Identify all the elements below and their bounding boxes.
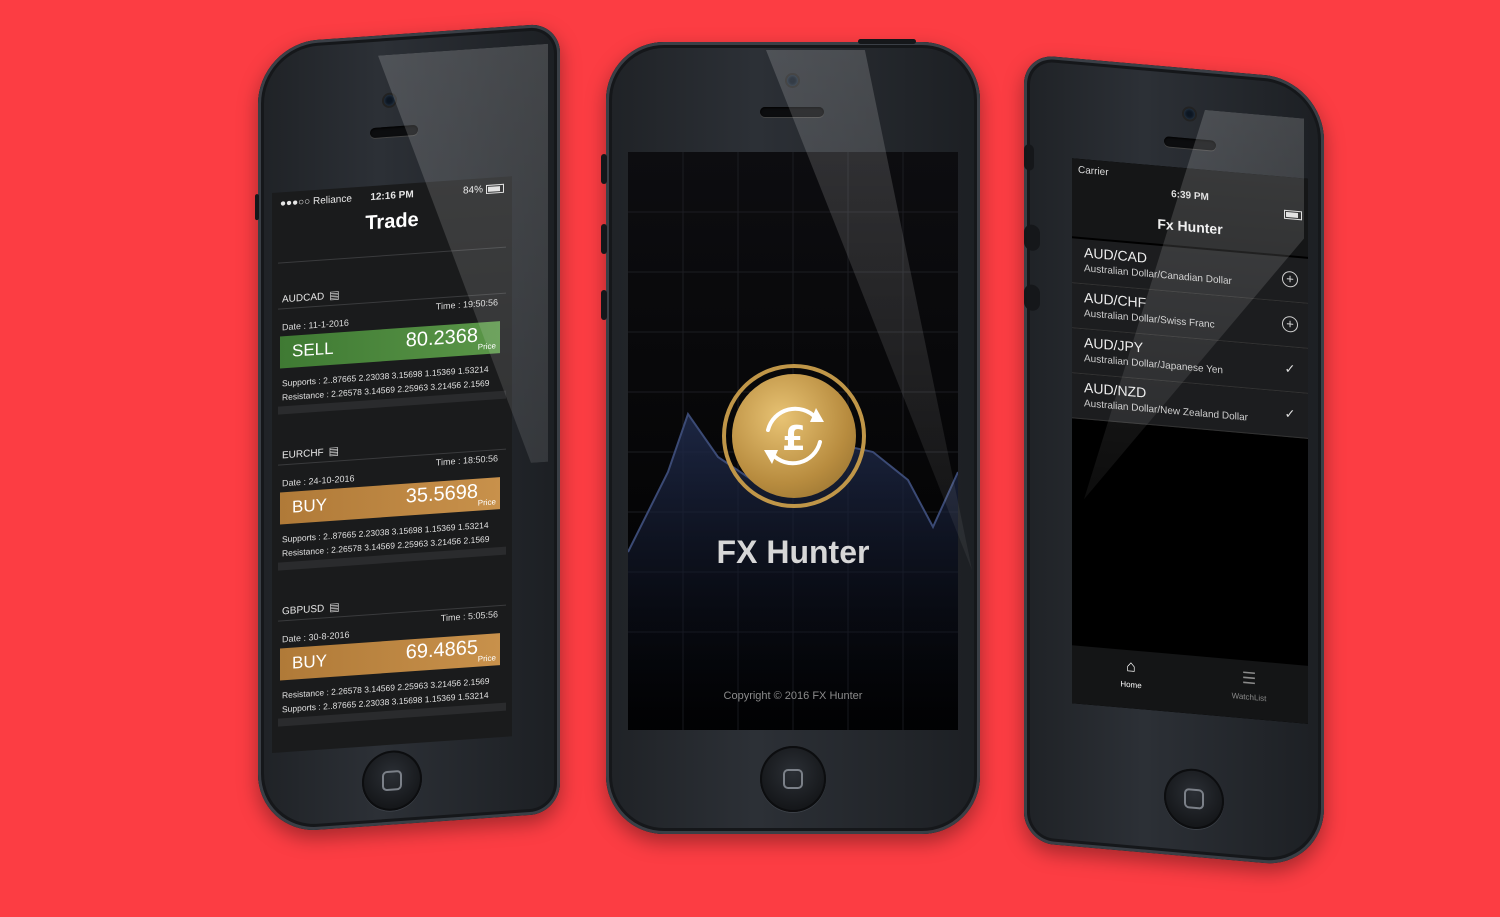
tab-label: WatchList xyxy=(1231,691,1267,704)
mute-switch xyxy=(601,154,607,184)
row-label: Supports xyxy=(282,531,317,545)
add-icon[interactable]: + xyxy=(1282,315,1298,333)
pair-code: AUD/CAD xyxy=(1084,244,1148,266)
home-square-icon xyxy=(382,769,402,792)
trade-card[interactable]: EURCHF ▤ Time : 18:50:56 Date : 24-10-201… xyxy=(278,433,506,599)
front-camera xyxy=(787,75,798,86)
price-label: Price xyxy=(477,497,496,508)
splash-screen: £ FX Hunter Copyright © 2016 FX Hunter xyxy=(628,152,958,730)
pair-label: AUDCAD ▤ xyxy=(282,288,340,305)
app-name: FX Hunter xyxy=(716,534,870,570)
trade-screen: ●●●○○ Reliance 12:16 PM 84% Trade AUDCAD… xyxy=(272,176,512,754)
row-label: Resistance xyxy=(282,545,325,559)
home-button[interactable] xyxy=(1164,766,1224,832)
stage: ●●●○○ Reliance 12:16 PM 84% Trade AUDCAD… xyxy=(0,0,1500,917)
trade-card[interactable]: AUDCAD ▤ Time : 19:50:56 Date : 11-1-2016… xyxy=(278,277,506,443)
signal-price: 35.5698 xyxy=(405,480,478,508)
pair-code: AUD/CHF xyxy=(1084,289,1147,311)
mute-switch xyxy=(1024,144,1034,171)
row-label: Supports xyxy=(282,701,317,715)
signal-action: BUY xyxy=(292,495,327,517)
pair-label: EURCHF ▤ xyxy=(282,444,339,461)
trade-date: Date : 11-1-2016 xyxy=(282,317,349,333)
trade-card[interactable]: GBPUSD ▤ Time : 5:05:56 Date : 30-8-2016 … xyxy=(278,589,506,753)
currency-exchange-icon: £ xyxy=(764,406,824,466)
checkmark-icon[interactable]: ✓ xyxy=(1282,406,1298,423)
tab-home[interactable]: ⌂ Home xyxy=(1072,653,1190,694)
row-label: Supports xyxy=(282,375,317,389)
home-button[interactable] xyxy=(760,746,826,812)
front-camera xyxy=(384,94,395,107)
volume-down-button xyxy=(1024,284,1040,312)
trade-date: Date : 24-10-2016 xyxy=(282,473,355,489)
trade-date: Date : 30-8-2016 xyxy=(282,629,350,645)
add-icon[interactable]: + xyxy=(1282,270,1298,288)
trade-time: Time : 18:50:56 xyxy=(435,453,498,468)
battery-icon xyxy=(1281,208,1302,221)
signal-action: BUY xyxy=(292,651,327,673)
signal-price: 69.4865 xyxy=(405,636,478,664)
home-icon: ⌂ xyxy=(1126,657,1136,676)
tab-label: Home xyxy=(1120,679,1142,691)
battery-percent: 84% xyxy=(462,184,483,197)
earpiece-speaker xyxy=(1164,136,1216,151)
front-camera xyxy=(1184,107,1195,120)
chart-icon: ▤ xyxy=(328,445,340,459)
row-label: Resistance xyxy=(282,389,325,403)
pair-name: Australian Dollar/Canadian Dollar xyxy=(1084,263,1232,288)
phone-right: Carrier 6:39 PM Fx Hunter AUD/CAD Austra… xyxy=(1024,54,1324,869)
pair-code: AUD/NZD xyxy=(1084,379,1147,401)
pair-label: GBPUSD ▤ xyxy=(282,600,340,617)
pair-name: Australian Dollar/New Zealand Dollar xyxy=(1084,398,1248,424)
pair-code: AUD/JPY xyxy=(1084,334,1144,356)
svg-text:£: £ xyxy=(782,419,806,459)
checkmark-icon[interactable]: ✓ xyxy=(1282,361,1298,378)
currency-list: AUD/CAD Australian Dollar/Canadian Dolla… xyxy=(1072,238,1308,439)
trade-time: Time : 19:50:56 xyxy=(435,297,498,312)
price-label: Price xyxy=(477,653,496,664)
row-label: Resistance xyxy=(282,687,325,701)
watchlist-screen: Carrier 6:39 PM Fx Hunter AUD/CAD Austra… xyxy=(1072,158,1308,724)
home-button[interactable] xyxy=(362,748,422,813)
battery-indicator: 84% xyxy=(463,183,504,197)
pair-code: EURCHF xyxy=(282,447,324,462)
power-button xyxy=(858,39,916,44)
pair-name: Australian Dollar/Japanese Yen xyxy=(1084,353,1223,377)
battery-icon xyxy=(486,183,504,194)
list-icon: ☰ xyxy=(1241,670,1257,689)
home-square-icon xyxy=(1184,787,1204,810)
tab-bar: ⌂ Home ☰ WatchList xyxy=(1072,645,1308,724)
tab-watchlist[interactable]: ☰ WatchList xyxy=(1190,664,1308,707)
chart-icon: ▤ xyxy=(329,601,340,615)
pair-name: Australian Dollar/Swiss Franc xyxy=(1084,308,1215,331)
home-square-icon xyxy=(783,769,803,789)
volume-up-button xyxy=(601,224,607,254)
signal-price: 80.2368 xyxy=(405,324,478,352)
price-label: Price xyxy=(477,341,496,352)
trade-time: Time : 5:05:56 xyxy=(440,609,498,624)
earpiece-speaker xyxy=(370,124,418,139)
signal-action: SELL xyxy=(292,338,334,361)
pair-code: AUDCAD xyxy=(282,291,325,306)
chart-icon: ▤ xyxy=(329,289,340,303)
divider xyxy=(278,246,506,264)
side-button xyxy=(255,193,259,221)
volume-down-button xyxy=(601,290,607,320)
volume-up-button xyxy=(1024,224,1040,252)
copyright-text: Copyright © 2016 FX Hunter xyxy=(723,690,863,702)
earpiece-speaker xyxy=(760,107,824,117)
phone-left: ●●●○○ Reliance 12:16 PM 84% Trade AUDCAD… xyxy=(255,22,560,835)
pair-code: GBPUSD xyxy=(282,603,325,618)
carrier-label: Carrier xyxy=(1078,164,1109,179)
phone-middle: £ FX Hunter Copyright © 2016 FX Hunter xyxy=(601,39,980,834)
